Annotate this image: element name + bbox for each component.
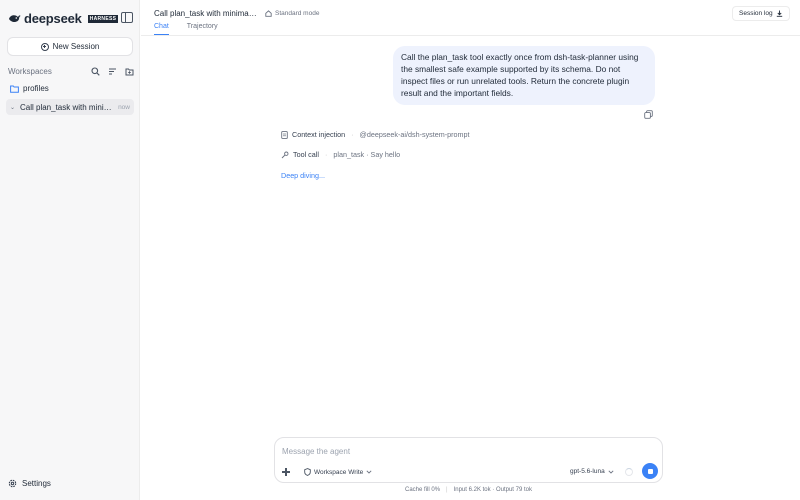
session-title: Call plan_task with minimal ex... <box>154 9 258 18</box>
tab-bar: Chat Trajectory <box>154 23 218 35</box>
token-usage: Input 6.2K tok · Output 79 tok <box>453 487 532 493</box>
composer: Workspace Write gpt-5.6-luna <box>274 437 663 483</box>
session-log-button[interactable]: Session log <box>732 6 790 21</box>
user-message: Call the plan_task tool exactly once fro… <box>393 46 655 105</box>
tab-chat[interactable]: Chat <box>154 23 169 35</box>
attach-plus-icon[interactable] <box>281 467 291 477</box>
mode-label: Standard mode <box>275 10 320 17</box>
folder-icon <box>10 85 19 93</box>
brand-badge: HARNESS <box>87 14 119 23</box>
model-dropdown[interactable]: gpt-5.6-luna <box>570 468 614 475</box>
header-divider <box>141 35 800 36</box>
session-item-title: Call plan_task with minimal exam <box>20 102 115 112</box>
cache-fill: Cache fill 0% <box>405 487 441 493</box>
session-item[interactable]: ⌄ Call plan_task with minimal exam now <box>6 99 134 115</box>
wrench-icon <box>281 151 289 158</box>
status-text: Deep diving... <box>281 171 325 180</box>
permission-label: Workspace Write <box>314 468 364 476</box>
home-icon <box>265 10 272 17</box>
brand-name: deepseek <box>24 11 82 26</box>
tool-call-detail: plan_task · Say hello <box>333 150 401 159</box>
settings-label: Settings <box>22 479 51 488</box>
chevron-down-icon <box>366 470 372 474</box>
sidebar: deepseek HARNESS New Session Workspaces <box>0 0 140 500</box>
new-folder-icon[interactable] <box>125 67 134 76</box>
chevron-down-icon <box>608 469 614 474</box>
sort-icon[interactable] <box>108 67 117 76</box>
workspaces-label: Workspaces <box>8 66 52 76</box>
context-injection-detail: @deepseek-ai/dsh-system-prompt <box>359 130 470 139</box>
chevron-down-icon: ⌄ <box>9 104 16 111</box>
tab-trajectory[interactable]: Trajectory <box>187 23 218 35</box>
usage-footer: Cache fill 0% | Input 6.2K tok · Output … <box>274 487 663 493</box>
sidebar-toggle-icon[interactable] <box>121 12 133 23</box>
footer-separator: | <box>446 487 448 493</box>
session-log-label: Session log <box>739 10 773 17</box>
loading-spinner-icon <box>625 468 633 476</box>
settings-button[interactable]: Settings <box>8 479 51 488</box>
new-session-label: New Session <box>52 42 100 51</box>
tool-call-label: Tool call <box>293 150 319 159</box>
permission-dropdown[interactable]: Workspace Write <box>304 468 372 476</box>
separator: · <box>324 150 328 159</box>
brand-logo: deepseek HARNESS <box>8 11 119 26</box>
plus-circle-icon <box>40 42 49 51</box>
search-icon[interactable] <box>91 66 100 76</box>
session-item-time: now <box>118 103 130 111</box>
gear-icon <box>8 479 17 488</box>
context-injection-row[interactable]: Context injection · @deepseek-ai/dsh-sys… <box>281 130 470 139</box>
workspace-folder-name: profiles <box>23 84 49 93</box>
model-label: gpt-5.6-luna <box>570 468 605 475</box>
message-input[interactable] <box>282 445 642 457</box>
workspace-folder[interactable]: profiles <box>10 84 49 93</box>
stop-button[interactable] <box>642 463 658 479</box>
copy-icon[interactable] <box>644 110 653 119</box>
new-session-button[interactable]: New Session <box>7 37 133 56</box>
shield-icon <box>304 468 311 476</box>
mode-indicator[interactable]: Standard mode <box>265 10 319 17</box>
workspaces-header: Workspaces <box>8 65 134 77</box>
download-icon <box>776 10 782 17</box>
tool-call-row[interactable]: Tool call · plan_task · Say hello <box>281 150 400 159</box>
stop-icon <box>647 468 653 474</box>
whale-logo-icon <box>9 15 21 23</box>
document-icon <box>281 130 288 139</box>
context-injection-label: Context injection <box>292 130 346 139</box>
separator: · <box>351 130 354 139</box>
